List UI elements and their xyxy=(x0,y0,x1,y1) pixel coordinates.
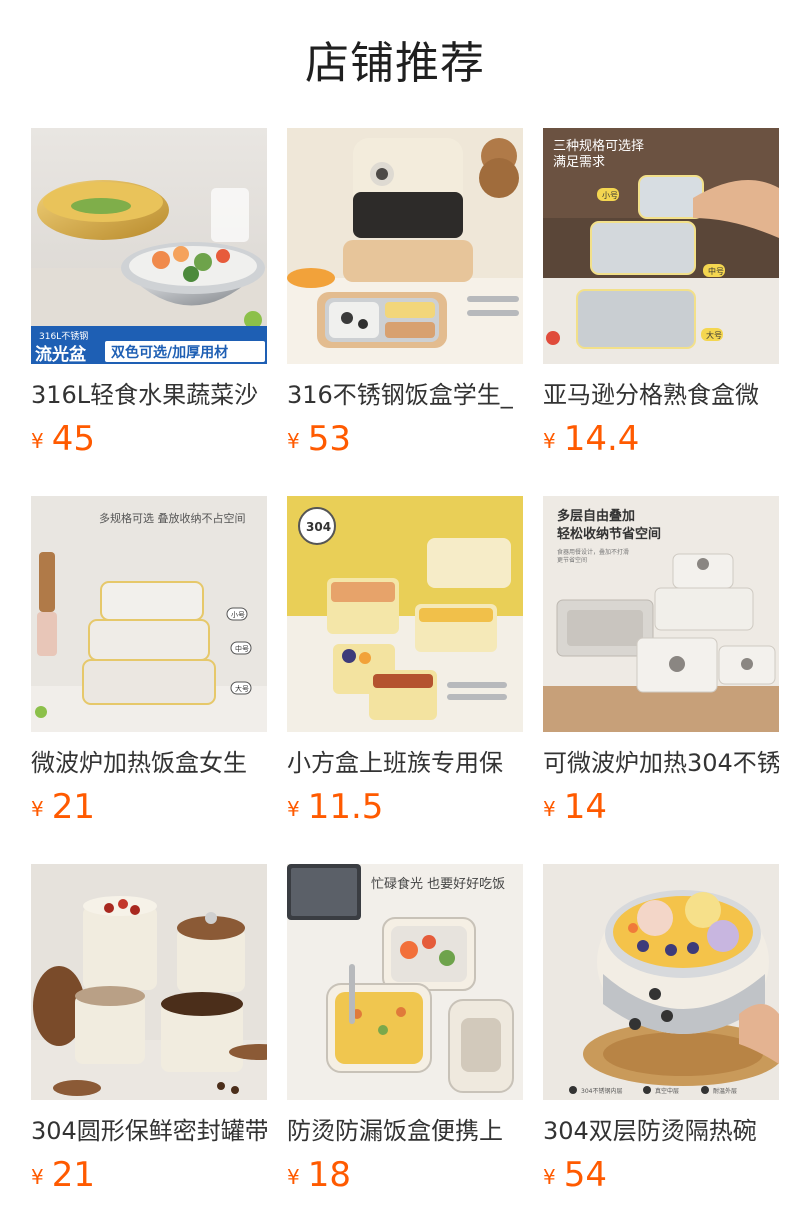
product-card[interactable]: 多规格可选 叠放收纳不占空间 小号 中号 大号 微波炉加热饭盒女生 ¥ 21 xyxy=(31,496,267,864)
product-price: ¥21 xyxy=(31,787,267,827)
currency-symbol: ¥ xyxy=(31,797,44,821)
product-image[interactable]: 多规格可选 叠放收纳不占空间 小号 中号 大号 xyxy=(31,496,267,732)
price-amount: 11.5 xyxy=(307,787,384,827)
product-image[interactable]: 304 xyxy=(287,496,523,732)
currency-symbol: ¥ xyxy=(543,797,556,821)
product-name[interactable]: 316不锈钢饭盒学生_ xyxy=(287,378,523,412)
svg-text:真空中层: 真空中层 xyxy=(655,1087,679,1095)
currency-symbol: ¥ xyxy=(287,797,300,821)
product-card[interactable]: 三种规格可选择 满足需求 小号 中号 大号 亚马逊分格熟食盒微 ¥14.4 xyxy=(543,128,779,496)
price-amount: 53 xyxy=(307,419,351,459)
currency-symbol: ¥ xyxy=(287,1165,300,1189)
product-name[interactable]: 微波炉加热饭盒女生 xyxy=(31,746,267,780)
product-price: ¥21 xyxy=(31,1155,267,1195)
currency-symbol: ¥ xyxy=(543,1165,556,1189)
product-price: ¥54 xyxy=(543,1155,779,1195)
product-name[interactable]: 小方盒上班族专用保 xyxy=(287,746,523,780)
svg-text:大号: 大号 xyxy=(706,330,722,340)
svg-text:食器用餐设计，叠加不打滑: 食器用餐设计，叠加不打滑 xyxy=(557,548,629,556)
product-grid: 316L不锈钢 流光盆 双色可选/加厚用材 316L轻食水果蔬菜沙 ¥45 31… xyxy=(31,128,779,1232)
currency-symbol: ¥ xyxy=(31,429,44,453)
svg-text:多层自由叠加: 多层自由叠加 xyxy=(557,508,635,524)
product-price: ¥18 xyxy=(287,1155,523,1195)
svg-text:忙碌食光 也要好好吃饭: 忙碌食光 也要好好吃饭 xyxy=(371,876,505,892)
product-image[interactable]: 304不锈钢内层 真空中层 耐温外层 xyxy=(543,864,779,1100)
product-name[interactable]: 防烫防漏饭盒便携上 xyxy=(287,1114,523,1148)
product-price: ¥11.5 xyxy=(287,787,523,827)
product-name[interactable]: 亚马逊分格熟食盒微 xyxy=(543,378,779,412)
product-name[interactable]: 304双层防烫隔热碗 xyxy=(543,1114,779,1148)
svg-text:流光盆: 流光盆 xyxy=(35,344,87,364)
product-name[interactable]: 316L轻食水果蔬菜沙 xyxy=(31,378,267,412)
product-image[interactable] xyxy=(287,128,523,364)
product-price: ¥14.4 xyxy=(543,419,779,459)
price-amount: 14.4 xyxy=(563,419,640,459)
product-image[interactable] xyxy=(31,864,267,1100)
svg-text:中号: 中号 xyxy=(235,644,249,653)
svg-text:双色可选/加厚用材: 双色可选/加厚用材 xyxy=(111,344,228,361)
price-amount: 14 xyxy=(563,787,607,827)
product-image[interactable]: 多层自由叠加 轻松收纳节省空间 食器用餐设计，叠加不打滑 更节省空间 xyxy=(543,496,779,732)
svg-text:中号: 中号 xyxy=(708,266,724,276)
recommend-page: 店铺推荐 316L不锈钢 流光盆 双色可选/加厚用材 316L轻食水果蔬菜沙 ¥… xyxy=(0,0,790,1232)
price-amount: 54 xyxy=(563,1155,607,1195)
svg-text:小号: 小号 xyxy=(602,191,618,200)
product-card[interactable]: 316不锈钢饭盒学生_ ¥53 xyxy=(287,128,523,496)
svg-text:大号: 大号 xyxy=(235,684,249,693)
product-price: ¥45 xyxy=(31,419,267,459)
product-card[interactable]: 忙碌食光 也要好好吃饭 防烫防漏饭盒便携上 ¥ 18 xyxy=(287,864,523,1232)
svg-text:轻松收纳节省空间: 轻松收纳节省空间 xyxy=(557,526,661,542)
page-title: 店铺推荐 xyxy=(305,38,485,89)
product-name[interactable]: 304圆形保鲜密封罐带 xyxy=(31,1114,267,1148)
currency-symbol: ¥ xyxy=(287,429,300,453)
product-card[interactable]: 316L不锈钢 流光盆 双色可选/加厚用材 316L轻食水果蔬菜沙 ¥45 xyxy=(31,128,267,496)
product-card[interactable]: 304 小方盒上班族专用保 ¥11.5 xyxy=(287,496,523,864)
price-amount: 18 xyxy=(307,1155,351,1195)
product-card[interactable]: 304圆形保鲜密封罐带 ¥21 xyxy=(31,864,267,1232)
svg-text:满足需求: 满足需求 xyxy=(553,155,605,170)
svg-text:耐温外层: 耐温外层 xyxy=(713,1087,737,1095)
product-name[interactable]: 可微波炉加热304不锈 xyxy=(543,746,779,780)
currency-symbol: ¥ xyxy=(543,429,556,453)
currency-symbol: ¥ xyxy=(31,1165,44,1189)
product-price: ¥53 xyxy=(287,419,523,459)
product-image[interactable]: 忙碌食光 也要好好吃饭 xyxy=(287,864,523,1100)
product-image[interactable]: 316L不锈钢 流光盆 双色可选/加厚用材 xyxy=(31,128,267,364)
svg-text:三种规格可选择: 三种规格可选择 xyxy=(553,138,644,154)
svg-text:多规格可选 叠放收纳不占空间: 多规格可选 叠放收纳不占空间 xyxy=(99,511,246,525)
price-amount: 21 xyxy=(51,1155,95,1195)
product-card[interactable]: 多层自由叠加 轻松收纳节省空间 食器用餐设计，叠加不打滑 更节省空间 可微波炉加… xyxy=(543,496,779,864)
product-card[interactable]: 304不锈钢内层 真空中层 耐温外层 304双层防烫隔热碗 ¥54 xyxy=(543,864,779,1232)
svg-text:304不锈钢内层: 304不锈钢内层 xyxy=(581,1087,622,1095)
svg-text:更节省空间: 更节省空间 xyxy=(557,556,587,564)
svg-text:316L不锈钢: 316L不锈钢 xyxy=(39,330,88,342)
svg-text:小号: 小号 xyxy=(231,610,245,619)
price-amount: 45 xyxy=(51,419,95,459)
product-image[interactable]: 三种规格可选择 满足需求 小号 中号 大号 xyxy=(543,128,779,364)
svg-text:304: 304 xyxy=(306,520,331,534)
price-amount: 21 xyxy=(51,787,95,827)
product-price: ¥14 xyxy=(543,787,779,827)
